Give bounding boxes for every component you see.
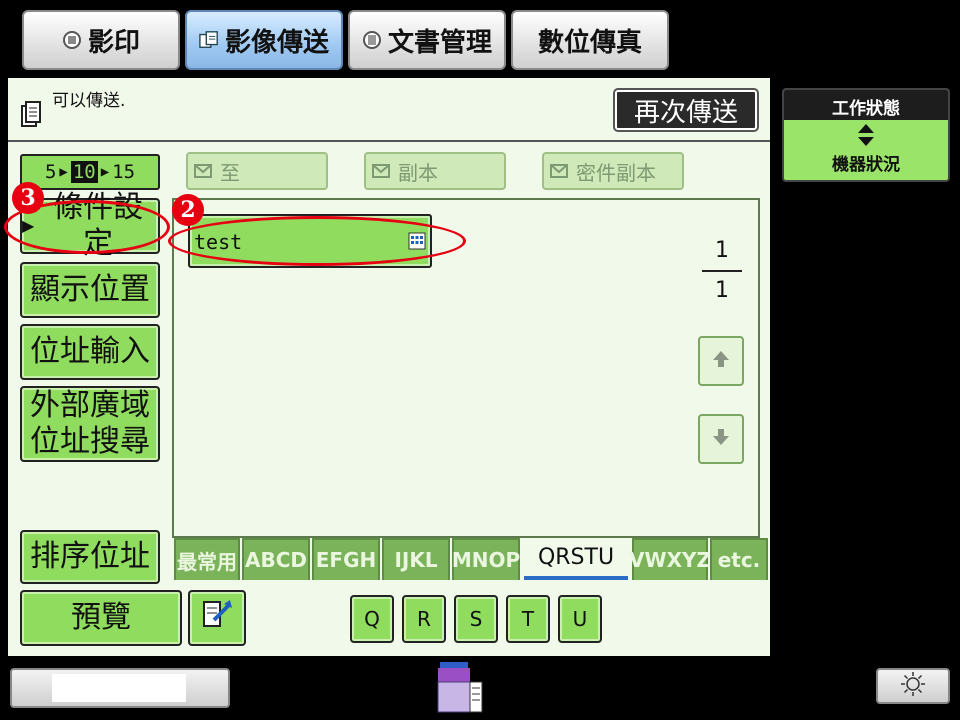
preview-button[interactable]: 預覽 [20,590,182,646]
tab-image-send[interactable]: 影像傳送 [185,10,343,70]
envelope-icon [550,159,568,183]
triangle-right-icon: ▶ [100,164,110,180]
sun-icon [900,671,926,701]
tab-copy[interactable]: 影印 [22,10,180,70]
pager-option-15[interactable]: 15 [112,161,135,183]
index-tab-etc[interactable]: etc. [710,538,768,580]
brightness-button[interactable] [876,668,950,704]
cc-field-tab[interactable]: 副本 [364,152,506,190]
message-bar: 可以傳送. 再次傳送 [8,78,770,140]
image-send-icon [199,30,219,50]
bcc-field-tab[interactable]: 密件副本 [542,152,684,190]
arrow-down-icon [712,427,730,452]
envelope-icon [194,159,212,183]
sort-address-button[interactable]: 排序位址 [20,530,160,584]
pager-option-5[interactable]: 5 [45,161,56,183]
callout-number-3: 3 [12,182,44,214]
letter-key-q[interactable]: Q [350,595,394,643]
machine-icon [436,660,484,716]
callout-number-2: 2 [172,194,204,226]
job-status-label: 工作狀態 [832,99,900,119]
scroll-down-button[interactable] [698,414,744,464]
machine-status-label: 機器狀況 [832,155,900,175]
global-address-search-button[interactable]: 外部廣域位址搜尋 [20,386,160,462]
envelope-icon [372,159,390,183]
to-field-tab[interactable]: 至 [186,152,328,190]
tab-label: 影印 [87,27,140,58]
bcc-label: 密件副本 [576,160,656,185]
tab-label: 影像傳送 [224,27,329,58]
index-tab-abcd[interactable]: ABCD [242,538,310,580]
page-divider [702,270,742,272]
arrow-up-icon [712,349,730,374]
resend-button[interactable]: 再次傳送 [613,88,759,132]
index-tab-vwxyz[interactable]: VWXYZ [629,538,711,580]
letter-key-u[interactable]: U [558,595,602,643]
to-label: 至 [220,160,240,185]
tab-label: 文書管理 [387,27,492,58]
triangle-right-icon: ▶ [59,164,68,180]
scroll-up-button[interactable] [698,336,744,386]
index-tab-efgh[interactable]: EFGH [312,538,380,580]
tab-document-filing[interactable]: 文書管理 [348,10,506,70]
progress-bar [10,668,230,708]
tab-digital-fax[interactable]: 數位傳真 [511,10,669,70]
document-filing-icon [362,30,382,50]
current-page: 1 [715,238,729,263]
page-size-selector[interactable]: 5 ▶ 10 ▶ 15 [20,154,160,190]
letter-key-t[interactable]: T [506,595,550,643]
progress-field [52,674,186,702]
pager-option-10[interactable]: 10 [70,161,98,183]
address-input-button[interactable]: 位址輸入 [20,324,160,380]
index-tab-mnop[interactable]: MNOP [452,538,520,580]
status-message: 可以傳送. [52,91,126,111]
letter-key-r[interactable]: R [402,595,446,643]
status-toggle-icon [856,122,876,148]
document-icon [20,100,42,128]
copy-icon [62,30,82,50]
preview-edit-icon [200,598,234,639]
index-tab-frequent[interactable]: 最常用 [174,538,240,580]
highlight-ellipse-address [168,216,466,266]
cc-label: 副本 [398,160,438,185]
total-pages: 1 [715,278,729,303]
index-tab-qrstu[interactable]: QRSTU [524,538,628,580]
letter-key-s[interactable]: S [454,595,498,643]
status-panel[interactable]: 工作狀態 機器狀況 [782,88,950,182]
divider [8,140,770,142]
preview-edit-button[interactable] [188,590,246,646]
display-position-button[interactable]: 顯示位置 [20,262,160,318]
tab-label: 數位傳真 [537,27,642,58]
index-tab-ijkl[interactable]: IJKL [382,538,450,580]
